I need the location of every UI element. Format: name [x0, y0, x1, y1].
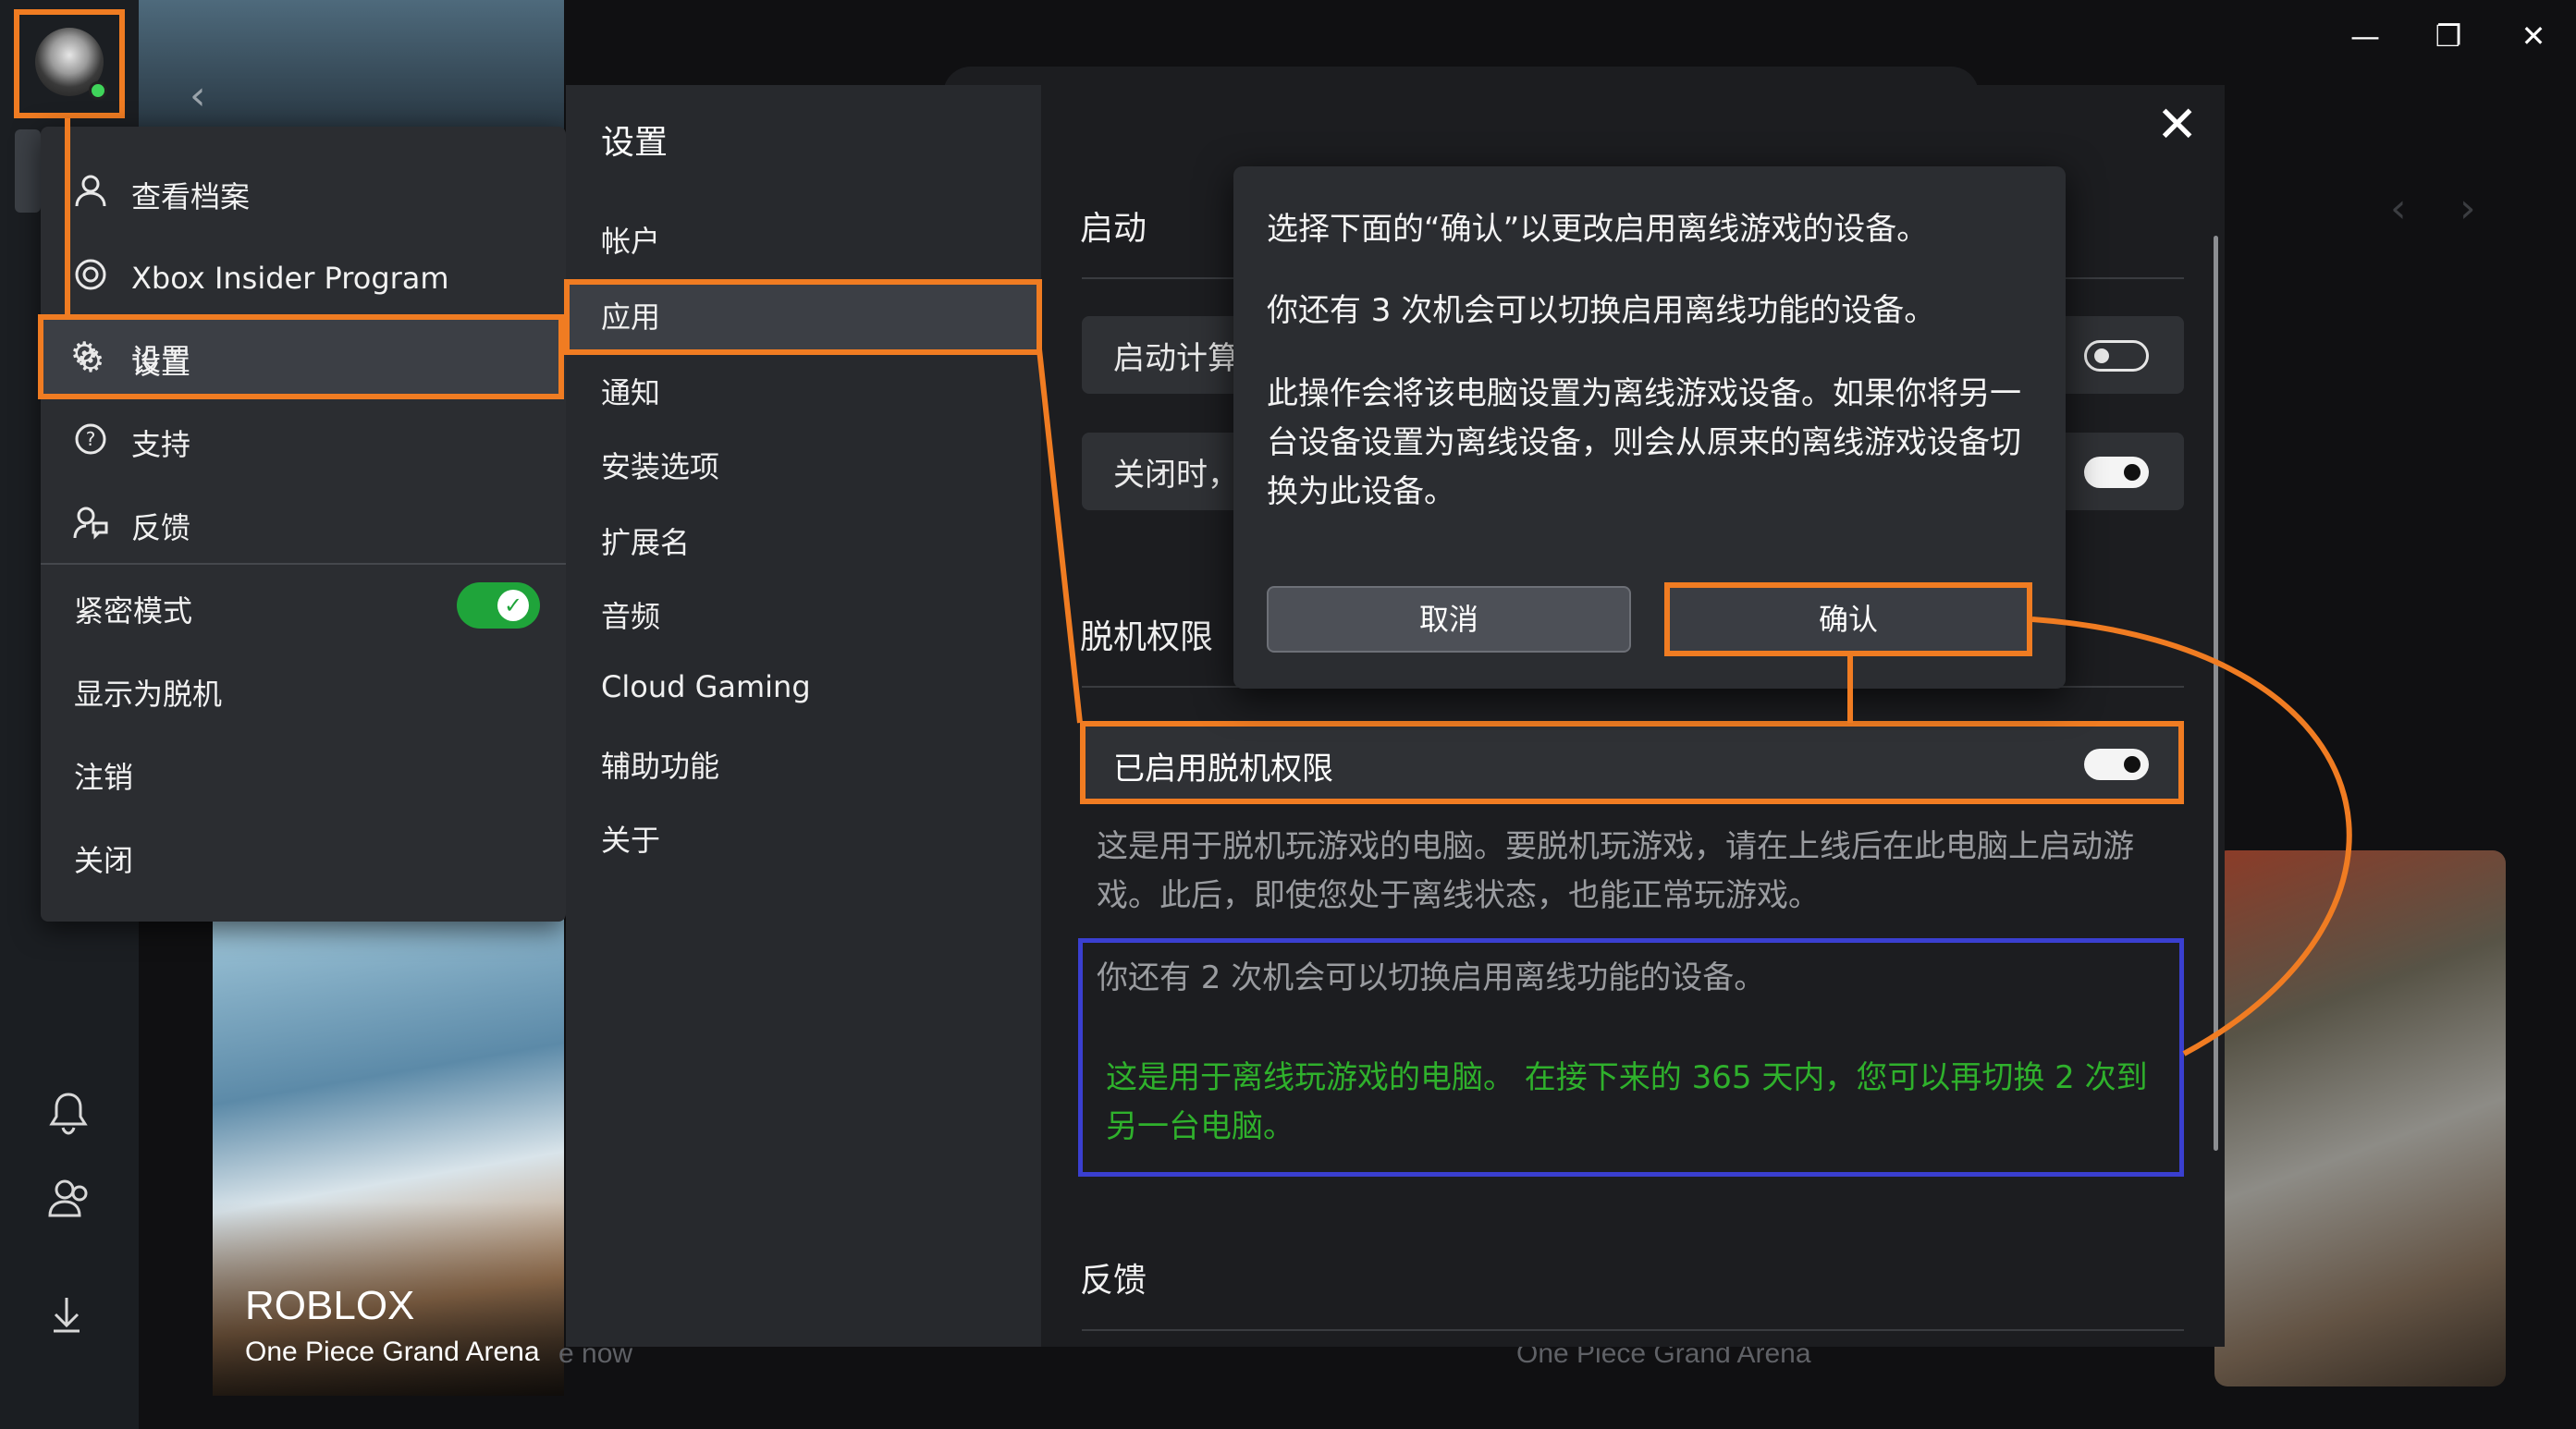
startup-toggle[interactable]	[2084, 340, 2149, 372]
menu-item-appear-offline[interactable]: 显示为脱机	[41, 652, 566, 733]
menu-item-close[interactable]: 关闭	[41, 818, 566, 899]
nav-item-accessibility[interactable]: 辅助功能	[601, 743, 719, 786]
modal-explanation: 此操作会将该电脑设置为离线游戏设备。如果你将另一台设备设置为离线设备，则会从原来…	[1267, 375, 2021, 510]
offline-description: 这是用于脱机玩游戏的电脑。要脱机玩游戏，请在上线后在此电脑上启动游戏。此后，即使…	[1097, 828, 2134, 914]
settings-close-icon[interactable]: ✕	[2156, 100, 2198, 150]
feedback-header: 反馈	[1080, 1262, 1147, 1300]
gear-icon: ⚙	[70, 336, 99, 373]
menu-item-label: 支持	[131, 427, 191, 462]
insider-icon	[70, 258, 111, 299]
help-icon: ?	[70, 422, 111, 464]
modal-remaining-text: 你还有 3 次机会可以切换启用离线功能的设备。	[1267, 292, 1936, 329]
confirm-button[interactable]: 确认	[1664, 582, 2032, 656]
settings-menu-label: 设置	[131, 342, 191, 377]
offline-permission-toggle[interactable]	[2084, 749, 2149, 780]
window-maximize-button[interactable]: ❐	[2421, 13, 2476, 59]
menu-item-label: Xbox Insider Program	[131, 261, 449, 296]
menu-item-xbox-insider[interactable]: Xbox Insider Program	[41, 238, 566, 319]
menu-item-label: 显示为脱机	[74, 677, 223, 712]
menu-item-settings[interactable]: ⚙ 设置	[41, 321, 566, 402]
menu-item-label: 反馈	[131, 510, 191, 545]
hero-title: ROBLOX	[245, 1283, 415, 1328]
nav-item-cloud-gaming[interactable]: Cloud Gaming	[601, 669, 811, 704]
close-behavior-label: 关闭时，	[1113, 457, 1239, 494]
hero-image-right[interactable]	[2214, 850, 2506, 1386]
settings-nav-pane	[566, 85, 1041, 1347]
carousel-next-icon[interactable]: ›	[2459, 185, 2476, 232]
notification-bell-icon[interactable]	[48, 1091, 89, 1144]
back-arrow-icon[interactable]: ‹	[190, 72, 206, 119]
nav-item-audio[interactable]: 音频	[601, 593, 660, 636]
svg-text:?: ?	[86, 428, 96, 450]
window-minimize-button[interactable]: —	[2337, 13, 2393, 59]
menu-item-sign-out[interactable]: 注销	[41, 735, 566, 816]
nav-item-extensions[interactable]: 扩展名	[601, 519, 690, 562]
friends-icon[interactable]	[48, 1179, 92, 1228]
rail-selected-indicator	[15, 129, 41, 213]
feedback-icon	[70, 505, 111, 548]
nav-item-about[interactable]: 关于	[601, 817, 660, 860]
remaining-switches-text: 你还有 2 次机会可以切换启用离线功能的设备。	[1097, 959, 1766, 996]
menu-item-view-profile[interactable]: 查看档案	[41, 154, 566, 236]
nav-item-install-options[interactable]: 安装选项	[601, 444, 719, 486]
strict-mode-label: 紧密模式	[74, 593, 193, 629]
settings-title: 设置	[601, 124, 669, 162]
cancel-button[interactable]: 取消	[1267, 586, 1631, 653]
startup-row-label: 启动计算机时	[1113, 340, 1233, 377]
menu-divider	[41, 563, 566, 565]
menu-item-label: 关闭	[74, 843, 134, 878]
offline-permission-label: 已启用脱机权限	[1113, 751, 1333, 788]
downloads-icon[interactable]	[48, 1294, 85, 1344]
modal-instruction: 选择下面的“确认”以更改启用离线游戏的设备。	[1267, 211, 1929, 248]
window-close-button[interactable]: ✕	[2506, 13, 2561, 59]
startup-header: 启动	[1080, 210, 1147, 248]
close-behavior-toggle[interactable]	[2084, 457, 2149, 488]
offline-device-note: 这是用于离线玩游戏的电脑。 在接下来的 365 天内，您可以再切换 2 次到另一…	[1106, 1059, 2148, 1145]
nav-item-apps[interactable]: 应用	[601, 294, 660, 336]
offline-header: 脱机权限	[1080, 618, 1214, 656]
check-icon: ✓	[497, 590, 529, 621]
hero-subtitle: One Piece Grand Arena	[245, 1337, 540, 1367]
nav-item-notifications[interactable]: 通知	[601, 370, 660, 412]
menu-item-feedback[interactable]: 反馈	[41, 485, 566, 567]
person-icon	[70, 175, 111, 216]
section-divider	[1082, 1329, 2184, 1331]
menu-item-label: 注销	[74, 760, 134, 795]
carousel-prev-icon[interactable]: ‹	[2390, 185, 2407, 232]
menu-item-support[interactable]: ? 支持	[41, 402, 566, 483]
menu-item-label: 查看档案	[131, 179, 251, 214]
profile-menu: 查看档案 Xbox Insider Program ⚙ 设置 ? 支持 反馈 紧…	[41, 127, 566, 922]
annotation-connector	[1847, 656, 1853, 723]
online-status-dot	[89, 81, 107, 100]
settings-scrollbar[interactable]	[2214, 236, 2218, 1151]
nav-item-account[interactable]: 帐户	[601, 218, 660, 261]
